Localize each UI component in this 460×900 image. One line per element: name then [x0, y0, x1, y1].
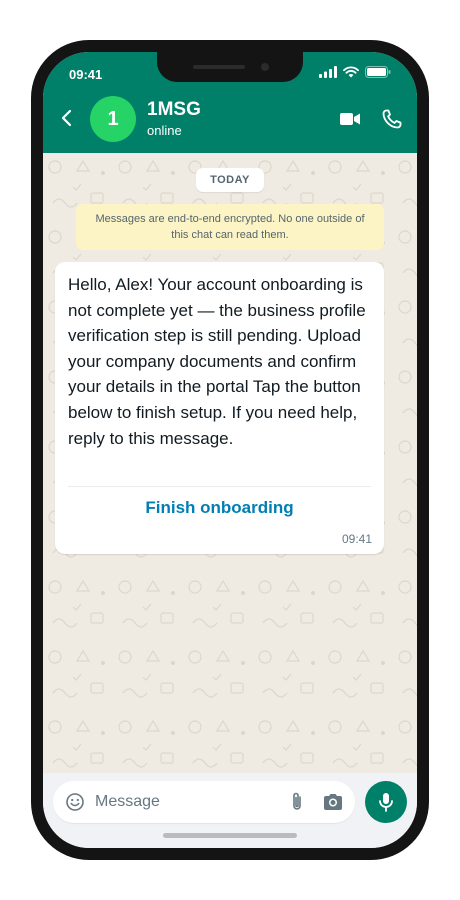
phone-icon[interactable] — [381, 108, 403, 130]
microphone-button[interactable] — [365, 781, 407, 823]
phone-screen: 09:41 1 1MSG online TODAY Messages are e… — [43, 52, 417, 848]
battery-icon — [365, 66, 391, 78]
encryption-notice[interactable]: Messages are end-to-end encrypted. No on… — [76, 204, 384, 250]
wifi-icon — [343, 66, 359, 78]
signal-icon — [319, 66, 337, 78]
microphone-icon — [379, 793, 393, 812]
status-icons — [319, 66, 391, 78]
emoji-icon[interactable] — [65, 792, 85, 812]
avatar-initial: 1 — [107, 107, 119, 130]
message-input[interactable]: Message — [53, 781, 355, 823]
camera-icon[interactable] — [322, 792, 344, 812]
composer-bar: Message — [43, 773, 417, 848]
phone-frame: 09:41 1 1MSG online TODAY Messages are e… — [31, 40, 429, 860]
message-time: 09:41 — [341, 532, 372, 546]
avatar[interactable]: 1 — [90, 96, 136, 142]
bubble-divider — [68, 486, 371, 487]
notch — [157, 52, 303, 82]
message-text: Hello, Alex! Your account onboarding is … — [68, 275, 366, 448]
contact-name[interactable]: 1MSG — [147, 99, 201, 121]
encryption-notice-text: Messages are end-to-end encrypted. No on… — [95, 213, 365, 241]
date-chip: TODAY — [196, 168, 264, 192]
paperclip-icon[interactable] — [287, 791, 307, 813]
finish-onboarding-button[interactable]: Finish onboarding — [55, 498, 384, 518]
video-call-icon[interactable] — [339, 108, 361, 130]
message-bubble[interactable]: Hello, Alex! Your account onboarding is … — [55, 262, 384, 554]
home-indicator — [163, 833, 297, 838]
contact-status: online — [147, 123, 182, 138]
back-arrow-icon[interactable] — [57, 108, 77, 128]
message-placeholder: Message — [95, 793, 160, 810]
chat-area[interactable]: TODAY Messages are end-to-end encrypted.… — [43, 153, 417, 773]
status-time: 09:41 — [69, 67, 103, 82]
